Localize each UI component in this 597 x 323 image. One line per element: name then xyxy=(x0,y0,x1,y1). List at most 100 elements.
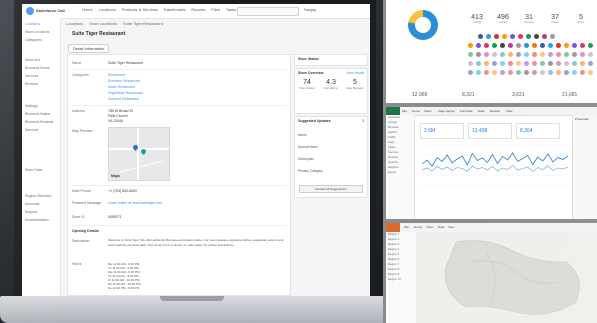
publisher-icon[interactable] xyxy=(500,61,505,66)
publisher-icon[interactable] xyxy=(524,52,529,57)
category-item[interactable]: Burmese Restaurant xyxy=(108,79,140,83)
publisher-icon[interactable] xyxy=(572,43,577,48)
sidebar-item-settings[interactable]: Settings xyxy=(25,104,38,108)
publisher-icon[interactable] xyxy=(548,43,553,48)
publisher-icon[interactable] xyxy=(508,61,513,66)
publisher-icon[interactable] xyxy=(548,61,553,66)
publisher-icon[interactable] xyxy=(468,70,473,75)
sidebar-item-services[interactable]: Services xyxy=(25,74,38,78)
publisher-icon[interactable] xyxy=(580,70,585,75)
publisher-icon[interactable] xyxy=(492,52,497,57)
sidebar-item-documentation[interactable]: Documentation xyxy=(25,218,49,222)
app-logo-icon[interactable] xyxy=(26,7,34,15)
publisher-icon[interactable] xyxy=(486,34,491,39)
region-row[interactable]: Region 10 xyxy=(386,277,416,282)
publisher-icon[interactable] xyxy=(556,52,561,57)
ribbon-tab[interactable]: Home xyxy=(412,109,420,113)
ribbon-tab[interactable]: View xyxy=(506,109,512,113)
publisher-icon[interactable] xyxy=(508,52,513,57)
publisher-icon[interactable] xyxy=(516,70,521,75)
publisher-icon[interactable] xyxy=(524,70,529,75)
sheet-row[interactable]: Export xyxy=(386,170,414,175)
global-search-input[interactable] xyxy=(237,7,299,16)
publisher-icon[interactable] xyxy=(534,34,539,39)
sidebar-item-store-info[interactable]: Store Info xyxy=(25,58,40,62)
sidebar-item-accounts[interactable]: Accounts xyxy=(25,202,39,206)
publisher-icon[interactable] xyxy=(564,61,569,66)
publisher-icon[interactable] xyxy=(556,70,561,75)
publisher-icon[interactable] xyxy=(524,43,529,48)
menu-item-reports[interactable]: Reports xyxy=(191,7,205,12)
ribbon-tab[interactable]: Data xyxy=(478,109,484,113)
publisher-icon[interactable] xyxy=(478,34,483,39)
publisher-icon[interactable] xyxy=(572,52,577,57)
category-item[interactable]: Restaurant xyxy=(108,73,125,77)
ribbon-tab[interactable]: File xyxy=(402,109,407,113)
suggested-field[interactable]: Special Hours xyxy=(298,145,318,149)
publisher-icon[interactable] xyxy=(484,61,489,66)
publisher-icon[interactable] xyxy=(476,70,481,75)
ribbon-tab[interactable]: Formulas xyxy=(460,109,473,113)
publisher-icon[interactable] xyxy=(518,34,523,39)
menu-item-tasks[interactable]: Tasks xyxy=(226,7,236,12)
publisher-icon[interactable] xyxy=(500,52,505,57)
sidebar-item-business-reviews[interactable]: Business Reviews xyxy=(25,120,53,124)
sidebar-item-business-hours[interactable]: Business Hours xyxy=(25,66,50,70)
breadcrumb-item[interactable]: Store Locations xyxy=(89,21,117,26)
publisher-icon[interactable] xyxy=(580,43,585,48)
listing-status-donut[interactable] xyxy=(408,10,438,40)
publisher-icon[interactable] xyxy=(510,34,515,39)
publisher-icon[interactable] xyxy=(540,70,545,75)
sidebar-item-reviews[interactable]: Reviews xyxy=(25,82,38,86)
menu-item-home[interactable]: Home xyxy=(82,7,93,12)
description-text[interactable]: Welcome to Suite Tiger! We offer authent… xyxy=(108,238,284,247)
publisher-icon[interactable] xyxy=(508,43,513,48)
publisher-icon[interactable] xyxy=(532,70,537,75)
ribbon-tab[interactable]: Review xyxy=(490,109,500,113)
publisher-icon[interactable] xyxy=(508,70,513,75)
ribbon-tab[interactable]: File xyxy=(404,225,409,229)
field-value[interactable]: Order online at www.suitetiger.com xyxy=(108,201,162,205)
ribbon-tab[interactable]: Insert xyxy=(424,109,432,113)
menu-item-files[interactable]: Files xyxy=(211,7,219,12)
publisher-icon[interactable] xyxy=(588,61,593,66)
ribbon-tab[interactable]: Page Layout xyxy=(438,109,455,113)
publisher-icon[interactable] xyxy=(500,70,505,75)
publisher-icon[interactable] xyxy=(484,52,489,57)
publisher-icon[interactable] xyxy=(516,52,521,57)
view-details-link[interactable]: View Details xyxy=(347,71,364,75)
sidebar-item-store-data[interactable]: Store Data xyxy=(25,168,42,172)
publisher-icon[interactable] xyxy=(532,61,537,66)
sidebar-item-region-selection[interactable]: Region Selection xyxy=(25,194,51,198)
menu-item-dashboards[interactable]: Dashboards xyxy=(164,7,186,12)
publisher-icon[interactable] xyxy=(548,70,553,75)
publisher-icon[interactable] xyxy=(502,34,507,39)
address-line[interactable]: 780 W Broad St xyxy=(108,109,133,113)
publisher-icon[interactable] xyxy=(564,70,569,75)
suggested-field[interactable]: Description xyxy=(298,157,314,161)
ribbon-tab[interactable]: View xyxy=(448,225,454,229)
publisher-icon[interactable] xyxy=(540,52,545,57)
suggested-field[interactable]: Name xyxy=(298,133,307,137)
address-line[interactable]: Falls Church xyxy=(108,114,128,118)
publisher-icon[interactable] xyxy=(468,61,473,66)
publisher-icon[interactable] xyxy=(468,52,473,57)
publisher-icon[interactable] xyxy=(516,43,521,48)
ribbon-tab[interactable]: Home xyxy=(414,225,422,229)
menu-item-products[interactable]: Products & Services xyxy=(122,7,158,12)
publisher-icon[interactable] xyxy=(468,43,473,48)
publisher-icon[interactable] xyxy=(484,70,489,75)
publisher-icon[interactable] xyxy=(540,43,545,48)
publisher-icon[interactable] xyxy=(588,52,593,57)
publisher-icon[interactable] xyxy=(550,34,555,39)
publisher-icon[interactable] xyxy=(476,61,481,66)
publisher-icon[interactable] xyxy=(540,61,545,66)
publisher-icon[interactable] xyxy=(492,43,497,48)
sidebar-item-business-status[interactable]: Business Status xyxy=(25,112,50,116)
ribbon-tab[interactable]: Insert xyxy=(426,225,434,229)
publisher-icon[interactable] xyxy=(532,52,537,57)
publisher-icon[interactable] xyxy=(476,43,481,48)
publisher-icon[interactable] xyxy=(492,61,497,66)
sidebar-item-support[interactable]: Support xyxy=(25,210,37,214)
hours-list[interactable]: Mo 11:00 AM - 9:00 PM Tu 11:00 AM - 9:00… xyxy=(108,262,140,290)
